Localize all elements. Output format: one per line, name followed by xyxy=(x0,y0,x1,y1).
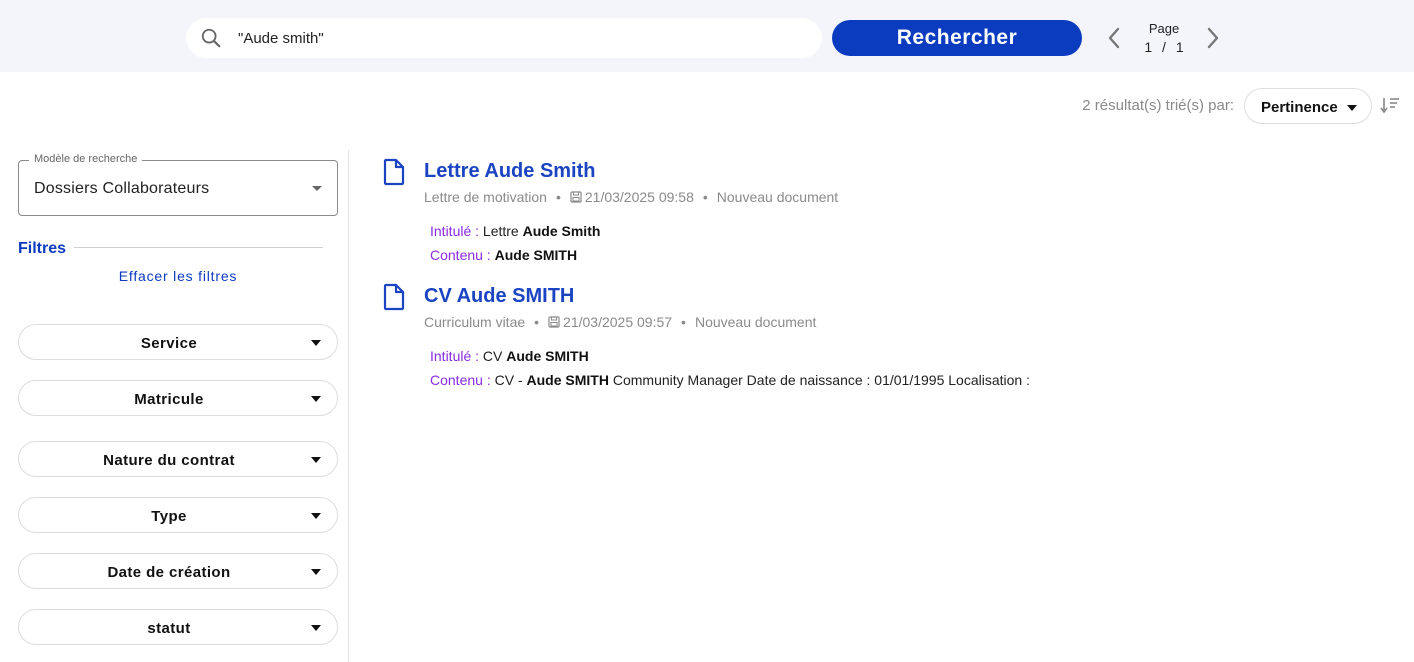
doc-type: Lettre de motivation xyxy=(424,189,547,205)
save-icon xyxy=(548,316,560,328)
contenu-line: Contenu : Aude SMITH xyxy=(430,247,577,263)
doc-type: Curriculum vitae xyxy=(424,314,526,330)
search-icon xyxy=(201,28,221,48)
save-icon xyxy=(570,191,582,203)
field-text: Lettre xyxy=(482,223,519,239)
facet-date-de-creation[interactable]: Date de création xyxy=(18,553,338,589)
filters-title: Filtres xyxy=(18,240,67,257)
facet-label: Matricule xyxy=(134,391,204,408)
sort-icon[interactable] xyxy=(1380,96,1400,114)
caret-down-icon xyxy=(1347,105,1357,111)
facet-type[interactable]: Type xyxy=(18,497,338,533)
result-title-link[interactable]: Lettre Aude Smith xyxy=(424,160,596,183)
field-text: CV - xyxy=(494,372,523,388)
doc-date: 21/03/2025 09:57 xyxy=(563,314,673,330)
field-key: Contenu : xyxy=(430,247,491,263)
doc-status: Nouveau document xyxy=(694,314,817,330)
search-input[interactable]: "Aude smith" xyxy=(186,18,822,58)
page-separator: / xyxy=(1162,39,1166,55)
search-model-value: Dossiers Collaborateurs xyxy=(34,180,210,197)
chevron-right-icon[interactable] xyxy=(1205,26,1221,50)
search-query: "Aude smith" xyxy=(238,30,324,47)
sort-select[interactable]: Pertinence xyxy=(1244,88,1372,124)
facet-matricule[interactable]: Matricule xyxy=(18,380,338,416)
field-key: Contenu : xyxy=(430,372,491,388)
total-pages: 1 xyxy=(1175,39,1184,55)
clear-filters-link[interactable]: Effacer les filtres xyxy=(18,268,338,284)
contenu-line: Contenu : CV - Aude SMITH Community Mana… xyxy=(430,372,1030,388)
sort-value: Pertinence xyxy=(1261,99,1338,116)
filters-divider xyxy=(74,247,323,248)
facet-label: Service xyxy=(140,335,198,352)
doc-status: Nouveau document xyxy=(716,189,839,205)
chevron-left-icon[interactable] xyxy=(1106,26,1122,50)
intitule-line: Intitulé : Lettre Aude Smith xyxy=(430,223,600,239)
search-button[interactable]: Rechercher xyxy=(832,20,1082,56)
facet-label: Nature du contrat xyxy=(103,452,235,469)
facet-label: Type xyxy=(151,508,187,525)
facet-service[interactable]: Service xyxy=(18,324,338,360)
field-text: Community Manager Date de naissance : 01… xyxy=(612,372,1030,388)
field-key: Intitulé : xyxy=(430,348,480,364)
page-label: Page xyxy=(1148,21,1180,36)
caret-down-icon xyxy=(311,625,321,631)
highlight-text: Aude SMITH xyxy=(526,372,609,388)
results-count: 2 résultat(s) trié(s) par: xyxy=(1082,97,1234,114)
page-indicator: 1 / 1 xyxy=(1140,39,1188,55)
facet-label: Date de création xyxy=(107,564,231,581)
result-meta: Curriculum vitae • 21/03/2025 09:57 • Nouvea… xyxy=(424,314,817,330)
search-model-select[interactable]: Modèle de recherche Dossiers Collaborate… xyxy=(18,153,338,216)
document-icon xyxy=(383,158,405,186)
current-page: 1 xyxy=(1144,39,1153,55)
highlight-text: Aude SMITH xyxy=(494,247,578,263)
caret-down-icon xyxy=(312,186,322,191)
search-model-label: Modèle de recherche xyxy=(29,153,143,165)
top-bar: "Aude smith" Rechercher Page 1 / 1 xyxy=(0,0,1414,72)
document-icon xyxy=(383,283,405,311)
highlight-text: Aude Smith xyxy=(522,223,601,239)
facet-nature-du-contrat[interactable]: Nature du contrat xyxy=(18,441,338,477)
intitule-line: Intitulé : CV Aude SMITH xyxy=(430,348,589,364)
field-key: Intitulé : xyxy=(430,223,480,239)
result-title-link[interactable]: CV Aude SMITH xyxy=(424,285,574,308)
caret-down-icon xyxy=(311,340,321,346)
caret-down-icon xyxy=(311,569,321,575)
sidebar-divider xyxy=(348,150,349,662)
field-text: CV xyxy=(482,348,503,364)
highlight-text: Aude SMITH xyxy=(506,348,589,364)
caret-down-icon xyxy=(311,396,321,402)
doc-date: 21/03/2025 09:58 xyxy=(584,189,694,205)
caret-down-icon xyxy=(311,513,321,519)
result-meta: Lettre de motivation • 21/03/2025 09:58 • No… xyxy=(424,189,839,205)
facet-label: statut xyxy=(147,620,191,637)
facet-statut[interactable]: statut xyxy=(18,609,338,645)
caret-down-icon xyxy=(311,457,321,463)
